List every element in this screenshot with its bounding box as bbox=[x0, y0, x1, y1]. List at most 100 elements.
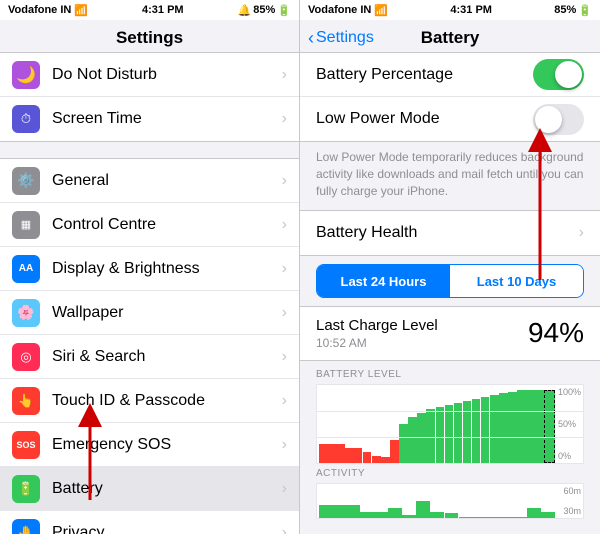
touch-id-label: Touch ID & Passcode bbox=[52, 392, 282, 410]
back-chevron-icon: ‹ bbox=[308, 28, 314, 49]
activity-60m-label: 60m bbox=[563, 486, 581, 496]
control-centre-icon: ▦ bbox=[12, 211, 40, 239]
do-not-disturb-icon: 🌙 bbox=[12, 61, 40, 89]
left-battery-icon: 🔋 bbox=[277, 4, 291, 17]
display-brightness-label: Display & Brightness bbox=[52, 260, 282, 278]
right-battery-icon: 🔋 bbox=[578, 4, 592, 17]
graph-0-label: 0% bbox=[558, 451, 581, 461]
battery-health-section: Battery Health › bbox=[300, 210, 600, 256]
settings-group-1: 🌙 Do Not Disturb › ⏱ Screen Time › bbox=[0, 52, 299, 142]
battery-health-row[interactable]: Battery Health › bbox=[300, 211, 600, 255]
touch-id-icon: 👆 bbox=[12, 387, 40, 415]
low-power-mode-row: Low Power Mode bbox=[300, 97, 600, 141]
last-24-hours-button[interactable]: Last 24 Hours bbox=[317, 265, 450, 297]
battery-level-label: BATTERY LEVEL bbox=[316, 369, 584, 380]
general-icon: ⚙️ bbox=[12, 167, 40, 195]
display-brightness-icon: AA bbox=[12, 255, 40, 283]
low-power-mode-label: Low Power Mode bbox=[316, 110, 440, 128]
sidebar-item-touch-id[interactable]: 👆 Touch ID & Passcode › bbox=[0, 379, 299, 423]
chevron-icon: › bbox=[282, 348, 287, 366]
left-battery: 🔔 85% 🔋 bbox=[238, 4, 291, 17]
battery-percentage-section: Battery Percentage Low Power Mode bbox=[300, 52, 600, 142]
time-selector-section: Last 24 Hours Last 10 Days bbox=[300, 256, 600, 306]
charge-level-value: 94% bbox=[528, 317, 584, 349]
sidebar-item-battery[interactable]: 🔋 Battery › bbox=[0, 467, 299, 511]
left-time: 4:31 PM bbox=[142, 4, 184, 16]
last-10-days-button[interactable]: Last 10 Days bbox=[450, 265, 583, 297]
right-status-bar: Vodafone IN 📶 4:31 PM 85% 🔋 bbox=[300, 0, 600, 20]
chevron-icon: › bbox=[282, 172, 287, 190]
charge-level-time: 10:52 AM bbox=[316, 336, 438, 350]
last-charge-section: Last Charge Level 10:52 AM 94% bbox=[300, 306, 600, 361]
wallpaper-icon: 🌸 bbox=[12, 299, 40, 327]
low-power-mode-toggle[interactable] bbox=[533, 104, 584, 135]
settings-list: 🌙 Do Not Disturb › ⏱ Screen Time › ⚙️ Ge… bbox=[0, 52, 299, 534]
battery-content: Battery Percentage Low Power Mode Low Po… bbox=[300, 52, 600, 534]
battery-panel: ‹ Settings Battery Battery Percentage Lo… bbox=[300, 20, 600, 534]
settings-header: Settings bbox=[0, 20, 299, 52]
battery-percentage-row: Battery Percentage bbox=[300, 53, 600, 97]
chevron-icon: › bbox=[282, 524, 287, 534]
chevron-icon: › bbox=[282, 392, 287, 410]
settings-group-2: ⚙️ General › ▦ Control Centre › AA Displ… bbox=[0, 158, 299, 534]
last-charge-row: Last Charge Level 10:52 AM 94% bbox=[300, 307, 600, 360]
siri-search-label: Siri & Search bbox=[52, 348, 282, 366]
chevron-icon: › bbox=[282, 110, 287, 128]
do-not-disturb-label: Do Not Disturb bbox=[52, 66, 282, 84]
low-power-description: Low Power Mode temporarily reduces backg… bbox=[300, 143, 600, 209]
battery-percentage-toggle[interactable] bbox=[533, 59, 584, 90]
charge-level-label: Last Charge Level bbox=[316, 317, 438, 334]
sidebar-item-privacy[interactable]: 🤚 Privacy › bbox=[0, 511, 299, 534]
right-battery: 85% 🔋 bbox=[554, 4, 592, 17]
chevron-icon: › bbox=[282, 480, 287, 498]
sidebar-item-siri-search[interactable]: ◎ Siri & Search › bbox=[0, 335, 299, 379]
graph-50-label: 50% bbox=[558, 419, 581, 429]
battery-health-chevron: › bbox=[579, 224, 584, 242]
activity-graph: 60m 30m bbox=[316, 483, 584, 519]
control-centre-label: Control Centre bbox=[52, 216, 282, 234]
battery-header: ‹ Settings Battery bbox=[300, 20, 600, 52]
right-wifi-icon: 📶 bbox=[374, 4, 388, 17]
general-label: General bbox=[52, 172, 282, 190]
back-label: Settings bbox=[316, 29, 374, 47]
chevron-icon: › bbox=[282, 216, 287, 234]
emergency-sos-icon: SOS bbox=[12, 431, 40, 459]
sidebar-item-general[interactable]: ⚙️ General › bbox=[0, 159, 299, 203]
privacy-icon: 🤚 bbox=[12, 519, 40, 534]
chevron-icon: › bbox=[282, 436, 287, 454]
right-time: 4:31 PM bbox=[450, 4, 492, 16]
battery-percentage-label: Battery Percentage bbox=[316, 66, 453, 84]
left-carrier: Vodafone IN 📶 bbox=[8, 4, 88, 17]
sidebar-item-display-brightness[interactable]: AA Display & Brightness › bbox=[0, 247, 299, 291]
siri-search-icon: ◎ bbox=[12, 343, 40, 371]
wallpaper-label: Wallpaper bbox=[52, 304, 282, 322]
toggle-knob bbox=[555, 61, 582, 88]
screen-time-icon: ⏱ bbox=[12, 105, 40, 133]
sidebar-item-do-not-disturb[interactable]: 🌙 Do Not Disturb › bbox=[0, 53, 299, 97]
left-wifi-icon: 📶 bbox=[74, 4, 88, 17]
sidebar-item-screen-time[interactable]: ⏱ Screen Time › bbox=[0, 97, 299, 141]
sidebar-item-wallpaper[interactable]: 🌸 Wallpaper › bbox=[0, 291, 299, 335]
sidebar-item-control-centre[interactable]: ▦ Control Centre › bbox=[0, 203, 299, 247]
charge-level-info: Last Charge Level 10:52 AM bbox=[316, 317, 438, 350]
battery-health-label: Battery Health bbox=[316, 224, 417, 242]
chevron-icon: › bbox=[282, 260, 287, 278]
emergency-sos-label: Emergency SOS bbox=[52, 436, 282, 454]
battery-title: Battery bbox=[421, 28, 480, 48]
left-status-bar: Vodafone IN 📶 4:31 PM 🔔 85% 🔋 bbox=[0, 0, 300, 20]
battery-level-graph: 100% 50% 0% bbox=[316, 384, 584, 464]
activity-30m-label: 30m bbox=[563, 506, 581, 516]
right-carrier: Vodafone IN 📶 bbox=[308, 4, 388, 17]
back-button[interactable]: ‹ Settings bbox=[308, 28, 374, 49]
chevron-icon: › bbox=[282, 304, 287, 322]
toggle-knob bbox=[535, 106, 562, 133]
settings-panel: Settings 🌙 Do Not Disturb › ⏱ Screen Tim… bbox=[0, 20, 300, 534]
time-selector: Last 24 Hours Last 10 Days bbox=[316, 264, 584, 298]
sidebar-item-emergency-sos[interactable]: SOS Emergency SOS › bbox=[0, 423, 299, 467]
graph-100-label: 100% bbox=[558, 387, 581, 397]
activity-label: ACTIVITY bbox=[316, 468, 584, 479]
privacy-label: Privacy bbox=[52, 524, 282, 534]
battery-label: Battery bbox=[52, 480, 282, 498]
battery-graph-section: BATTERY LEVEL bbox=[300, 361, 600, 519]
chevron-icon: › bbox=[282, 66, 287, 84]
